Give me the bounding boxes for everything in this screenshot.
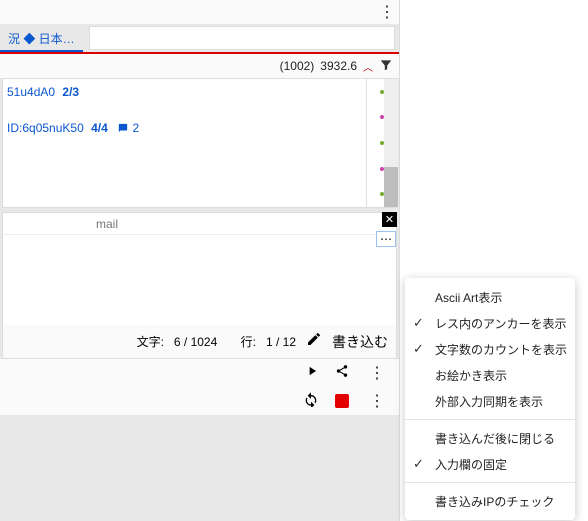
context-menu: Ascii Art表示 ✓レス内のアンカーを表示 ✓文字数のカウントを表示 お絵… (405, 278, 575, 520)
submit-button[interactable]: 書き込む (332, 332, 388, 352)
more-options-button[interactable]: ⋯ (376, 231, 396, 247)
menu-separator (405, 419, 575, 420)
edit-icon[interactable] (306, 331, 322, 352)
compose-area: ✕ ⋯ 文字: 6 / 1024 行: 1 / 12 書き込む (2, 212, 397, 359)
kebab-menu-icon[interactable]: ⋮ (365, 391, 389, 411)
post-row[interactable]: ID:6q05nuK50 4/4 2 (7, 121, 392, 135)
chevron-up-icon[interactable]: ︿ (363, 59, 373, 74)
kebab-menu-icon[interactable]: ⋮ (375, 2, 399, 22)
menu-item-external-sync[interactable]: 外部入力同期を表示 (405, 388, 575, 414)
check-icon: ✓ (413, 456, 424, 472)
mail-input[interactable] (7, 217, 207, 231)
close-icon[interactable]: ✕ (382, 212, 397, 227)
tab-area (89, 26, 395, 50)
refresh-icon[interactable] (303, 391, 319, 412)
share-icon[interactable] (335, 364, 349, 383)
menu-item-show-char-count[interactable]: ✓文字数のカウントを表示 (405, 336, 575, 362)
check-icon: ✓ (413, 341, 424, 357)
poster-id: 6q05nuK50 (22, 121, 83, 135)
char-value: 6 / 1024 (174, 335, 217, 349)
menu-item-fix-input[interactable]: ✓入力欄の固定 (405, 451, 575, 477)
compose-textarea[interactable] (3, 235, 396, 325)
line-label: 行: (241, 333, 256, 350)
post-ratio: 4/4 (91, 121, 108, 135)
speed: 3932.6 (320, 59, 357, 73)
menu-item-show-anchors[interactable]: ✓レス内のアンカーを表示 (405, 310, 575, 336)
play-icon[interactable] (305, 364, 319, 383)
menu-separator (405, 482, 575, 483)
filter-icon[interactable] (379, 58, 393, 75)
char-label: 文字: (137, 333, 164, 350)
post-count: (1002) (280, 59, 315, 73)
scrollbar-thumb[interactable] (384, 167, 398, 207)
post-row[interactable]: 51u4dA0 2/3 (7, 85, 392, 99)
menu-item-ip-check[interactable]: 書き込みIPのチェック (405, 488, 575, 514)
record-icon[interactable] (335, 394, 349, 408)
post-ratio: 2/3 (62, 85, 79, 99)
thread-tab[interactable]: 況 ◆ 日本… (0, 24, 83, 52)
menu-item-drawing[interactable]: お絵かき表示 (405, 362, 575, 388)
line-value: 1 / 12 (266, 335, 296, 349)
thread-stats: (1002) 3932.6 ︿ (0, 54, 399, 78)
reply-icon[interactable]: 2 (117, 121, 139, 135)
kebab-menu-icon[interactable]: ⋮ (365, 363, 389, 383)
menu-item-close-after-post[interactable]: 書き込んだ後に閉じる (405, 425, 575, 451)
menu-item-ascii-art[interactable]: Ascii Art表示 (405, 284, 575, 310)
check-icon: ✓ (413, 315, 424, 331)
reply-count: 2 (132, 121, 139, 135)
id-prefix: ID: (7, 121, 22, 135)
poster-id: 51u4dA0 (7, 85, 55, 99)
post-list: 51u4dA0 2/3 ID:6q05nuK50 4/4 2 (2, 78, 397, 208)
